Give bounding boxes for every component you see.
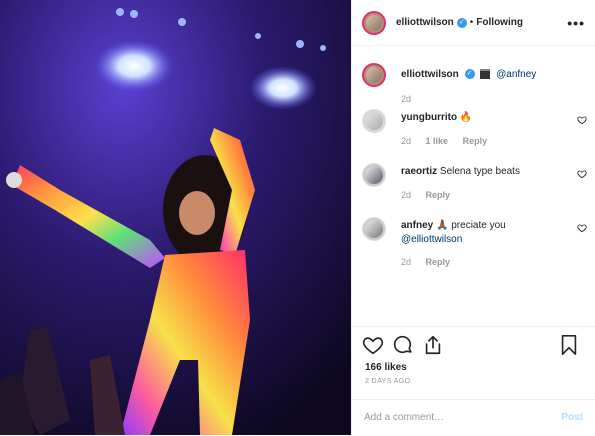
reply-button[interactable]: Reply <box>426 257 451 267</box>
reply-button[interactable]: Reply <box>426 190 451 200</box>
reply-button[interactable]: Reply <box>463 136 488 146</box>
caption-avatar[interactable] <box>362 63 386 87</box>
add-comment-input[interactable] <box>364 408 544 426</box>
caption-time[interactable]: 2d <box>401 94 411 104</box>
instagram-post: elliottwilson ✓ • Following ••• elliottw… <box>0 0 595 435</box>
comment-row: anfney 🙏🏾 preciate you @elliottwilson 2d… <box>362 217 587 277</box>
comment-bubble-icon[interactable] <box>392 334 414 356</box>
comment-time[interactable]: 2d <box>401 257 411 267</box>
comment-like-heart-icon[interactable] <box>577 169 587 179</box>
caption-row: elliottwilson ✓ @anfney 2d <box>362 63 587 108</box>
comment-text: raeortiz Selena type beats <box>401 165 566 179</box>
post-actions: 166 likes 2 DAYS AGO Post <box>352 326 595 436</box>
caption-meta: 2d <box>401 94 423 104</box>
commenter-avatar[interactable] <box>362 163 386 187</box>
following-button[interactable]: Following <box>476 17 523 28</box>
author-avatar[interactable] <box>362 10 386 35</box>
verified-badge-icon: ✓ <box>456 17 467 28</box>
comment-username[interactable]: yungburrito <box>401 112 457 123</box>
commenter-avatar[interactable] <box>362 217 386 241</box>
comment-body: 🙏🏾 preciate you <box>436 220 506 231</box>
bookmark-icon[interactable] <box>559 334 579 356</box>
post-photo[interactable] <box>0 0 351 435</box>
like-heart-icon[interactable] <box>362 334 384 356</box>
post-comment-button[interactable]: Post <box>561 412 583 423</box>
comment-meta: 2d 1 like Reply <box>401 136 499 146</box>
comment-mention[interactable]: @elliottwilson <box>401 234 462 245</box>
comment-like-heart-icon[interactable] <box>577 115 587 125</box>
comment-text: yungburrito 🔥 <box>401 111 566 125</box>
action-icons-row <box>362 334 582 358</box>
comment-likes-count[interactable]: 1 like <box>426 136 449 146</box>
comment-username[interactable]: anfney <box>401 220 433 231</box>
caption-mention[interactable]: @anfney <box>496 69 536 80</box>
comment-like-heart-icon[interactable] <box>577 223 587 233</box>
caption-username[interactable]: elliottwilson <box>401 69 459 80</box>
post-side-panel: elliottwilson ✓ • Following ••• elliottw… <box>351 0 595 435</box>
author-username[interactable]: elliottwilson <box>396 17 454 28</box>
comments-section[interactable]: elliottwilson ✓ @anfney 2d yungburrito 🔥 <box>352 46 595 326</box>
comment-row: yungburrito 🔥 2d 1 like Reply <box>362 109 587 154</box>
likes-count[interactable]: 166 likes <box>365 362 407 373</box>
comment-time[interactable]: 2d <box>401 136 411 146</box>
concert-photo-illustration <box>0 0 351 435</box>
post-header: elliottwilson ✓ • Following ••• <box>352 0 595 46</box>
comment-meta: 2d Reply <box>401 257 462 267</box>
clapperboard-icon <box>480 69 491 80</box>
add-comment-bar: Post <box>352 399 595 436</box>
more-options-icon[interactable]: ••• <box>567 15 585 31</box>
comment-time[interactable]: 2d <box>401 190 411 200</box>
comment-row: raeortiz Selena type beats 2d Reply <box>362 163 587 208</box>
separator-dot: • <box>469 17 474 28</box>
comment-meta: 2d Reply <box>401 190 462 200</box>
comment-body: Selena type beats <box>439 166 520 177</box>
post-date[interactable]: 2 DAYS AGO <box>365 378 411 385</box>
verified-badge-icon: ✓ <box>464 69 475 80</box>
comment-username[interactable]: raeortiz <box>401 166 437 177</box>
share-icon[interactable] <box>422 334 444 356</box>
commenter-avatar[interactable] <box>362 109 386 133</box>
comment-text: anfney 🙏🏾 preciate you @elliottwilson <box>401 219 566 247</box>
caption-text: elliottwilson ✓ @anfney <box>401 68 566 82</box>
comment-body: 🔥 <box>459 112 473 123</box>
